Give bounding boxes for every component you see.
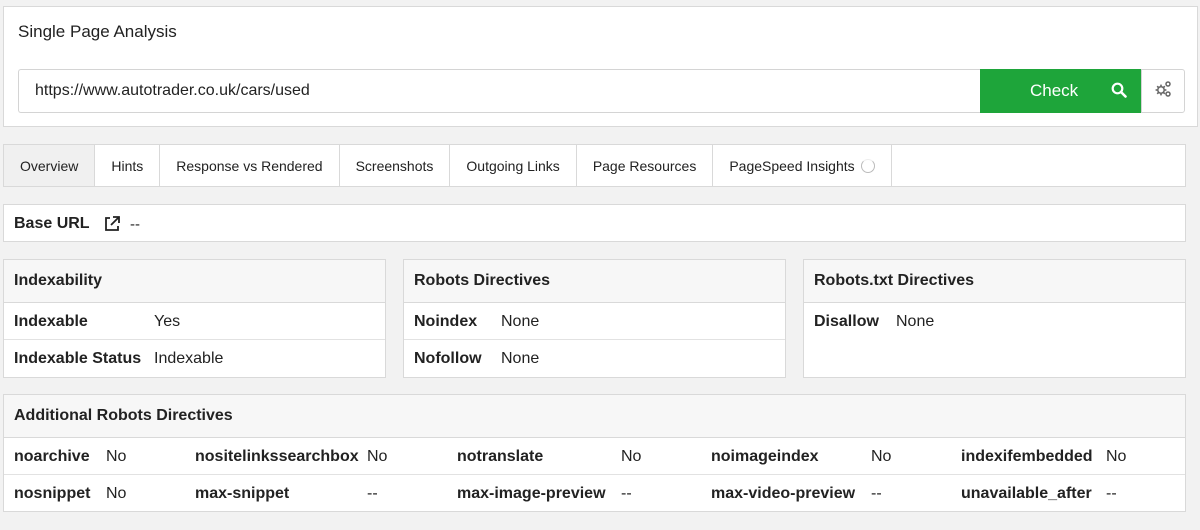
page-title: Single Page Analysis [18, 22, 177, 41]
list-item: Disallow None [804, 303, 1185, 340]
row-value: None [501, 350, 540, 367]
row-value: Indexable [154, 350, 224, 367]
base-url-label: Base URL [14, 215, 90, 232]
tab-label: Overview [20, 157, 79, 174]
directive-key: max-snippet [195, 485, 290, 502]
check-button-label: Check [1030, 81, 1079, 100]
tab-label: Screenshots [355, 157, 434, 174]
tab-page-resources[interactable]: Page Resources [576, 145, 714, 186]
card-title: Robots Directives [404, 260, 785, 303]
tab-pagespeed-insights[interactable]: PageSpeed Insights [713, 145, 892, 186]
list-item: Indexable Status Indexable [4, 340, 385, 377]
check-button[interactable]: Check [980, 69, 1141, 113]
external-link-icon[interactable] [103, 215, 121, 237]
list-item: Indexable Yes [4, 303, 385, 340]
tab-bar: Overview Hints Response vs Rendered Scre… [3, 144, 1186, 187]
row-key: Indexable [14, 313, 88, 330]
robots-txt-card: Robots.txt Directives Disallow None [803, 259, 1186, 378]
directive-value: No [106, 448, 127, 465]
loading-spinner-icon [860, 158, 875, 173]
directive-key: unavailable_after [961, 485, 1092, 502]
page-header: Single Page Analysis [3, 6, 1198, 55]
table-row: nosnippet No max-snippet -- max-image-pr… [4, 475, 1185, 512]
url-bar: Check [3, 54, 1198, 127]
row-key: Noindex [414, 313, 478, 330]
directive-value: No [621, 448, 642, 465]
directive-value: No [1106, 448, 1127, 465]
tab-label: Hints [111, 157, 144, 174]
table-row: noarchive No nositelinkssearchbox No not… [4, 438, 1185, 475]
search-icon [1111, 82, 1127, 103]
card-title: Indexability [4, 260, 385, 303]
row-key: Nofollow [414, 350, 482, 367]
row-key: Indexable Status [14, 350, 142, 367]
tab-outgoing-links[interactable]: Outgoing Links [450, 145, 577, 186]
directive-value: -- [1106, 485, 1117, 502]
tab-response-vs-rendered[interactable]: Response vs Rendered [160, 145, 340, 186]
directive-key: nosnippet [14, 485, 91, 502]
row-key: Disallow [814, 313, 879, 330]
directive-value: -- [871, 485, 882, 502]
tab-hints[interactable]: Hints [95, 145, 161, 186]
directive-key: notranslate [457, 448, 544, 465]
indexability-card: Indexability Indexable Yes Indexable Sta… [3, 259, 386, 378]
settings-button[interactable] [1141, 69, 1185, 113]
directive-key: indexifembedded [961, 448, 1093, 465]
directive-value: No [367, 448, 388, 465]
directive-key: max-video-preview [711, 485, 856, 502]
directive-key: noimageindex [711, 448, 819, 465]
directive-key: noarchive [14, 448, 90, 465]
url-input[interactable] [18, 69, 983, 113]
row-value: None [501, 313, 540, 330]
directive-value: No [871, 448, 892, 465]
list-item: Noindex None [404, 303, 785, 340]
directive-value: No [106, 485, 127, 502]
tab-label: PageSpeed Insights [729, 157, 855, 174]
directive-value: -- [367, 485, 378, 502]
row-value: Yes [154, 313, 181, 330]
tab-label: Outgoing Links [466, 157, 560, 174]
robots-directives-card: Robots Directives Noindex None Nofollow … [403, 259, 786, 378]
directive-value: -- [621, 485, 632, 502]
tab-screenshots[interactable]: Screenshots [339, 145, 451, 186]
list-item: Nofollow None [404, 340, 785, 377]
row-value: None [896, 313, 935, 330]
gear-icon [1153, 79, 1173, 103]
tab-label: Response vs Rendered [176, 157, 323, 174]
tab-overview[interactable]: Overview [4, 145, 96, 186]
tab-label: Page Resources [592, 157, 697, 174]
directive-key: nositelinkssearchbox [195, 448, 359, 465]
base-url-value: -- [130, 216, 140, 233]
directive-key: max-image-preview [457, 485, 606, 502]
card-title: Additional Robots Directives [4, 395, 1185, 438]
card-title: Robots.txt Directives [804, 260, 1185, 303]
base-url-panel: Base URL -- [3, 204, 1186, 242]
additional-robots-card: Additional Robots Directives noarchive N… [3, 394, 1186, 512]
